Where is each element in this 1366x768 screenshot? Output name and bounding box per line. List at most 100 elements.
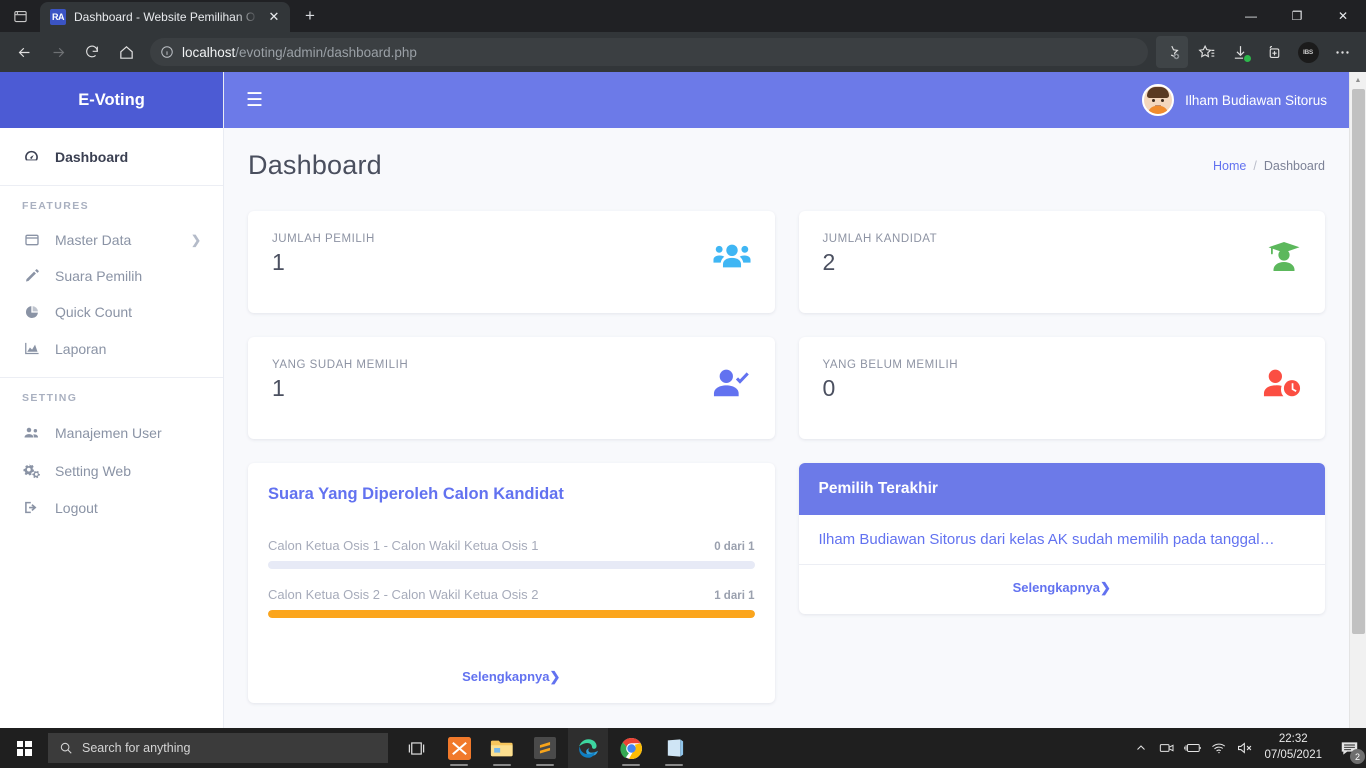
stat-card-yang-sudah-memilih: YANG SUDAH MEMILIH 1	[248, 337, 775, 439]
wifi-icon[interactable]	[1206, 728, 1232, 768]
last-voter-card-title: Pemilih Terakhir	[798, 463, 1325, 515]
more-label: Selengkapnya	[1012, 580, 1101, 595]
file-explorer-icon[interactable]	[482, 728, 522, 768]
back-icon[interactable]	[8, 36, 40, 68]
vote-count: 0 dari 1	[714, 541, 755, 553]
chevron-right-icon: ❯	[549, 669, 561, 684]
notifications-button[interactable]: 2	[1332, 728, 1366, 768]
sidebar-item-label: Master Data	[55, 232, 132, 248]
sidebar-item-label: Quick Count	[55, 304, 133, 320]
store-icon[interactable]	[654, 728, 694, 768]
url-path: /evoting/admin/dashboard.php	[235, 44, 417, 60]
site-favicon: RA	[50, 9, 66, 25]
hamburger-icon[interactable]: ☰	[246, 91, 263, 110]
stat-value: 1	[272, 249, 285, 275]
last-voter-more-link[interactable]: Selengkapnya❯	[799, 565, 1326, 614]
vote-row: Calon Ketua Osis 2 - Calon Wakil Ketua O…	[268, 587, 755, 618]
chevron-right-icon: ❯	[190, 233, 201, 247]
sublime-text-icon[interactable]	[525, 728, 565, 768]
meet-now-icon[interactable]	[1154, 728, 1180, 768]
notification-count-badge: 2	[1350, 749, 1365, 764]
xampp-icon[interactable]	[439, 728, 479, 768]
downloads-icon[interactable]	[1224, 36, 1256, 68]
forward-icon[interactable]	[42, 36, 74, 68]
tab-search-icon[interactable]	[0, 0, 40, 32]
page-content: Dashboard Home / Dashboard JUMLAH PEMILI…	[224, 128, 1349, 728]
breadcrumb-home[interactable]: Home	[1213, 159, 1246, 173]
stat-label: JUMLAH PEMILIH	[272, 233, 375, 245]
sidebar-section-features: FEATURES Master Data ❯ Suara Pemilih Qui…	[0, 186, 223, 367]
stat-card-yang-belum-memilih: YANG BELUM MEMILIH 0	[798, 337, 1325, 439]
browser-tab[interactable]: RA Dashboard - Website Pemilihan O ✕	[40, 2, 290, 32]
new-tab-button[interactable]: +	[296, 2, 324, 30]
close-icon[interactable]: ✕	[266, 9, 282, 25]
volume-mute-icon[interactable]	[1232, 728, 1258, 768]
sidebar-item-suara-pemilih[interactable]: Suara Pemilih	[0, 258, 223, 294]
reload-icon[interactable]	[76, 36, 108, 68]
stat-label: JUMLAH KANDIDAT	[822, 233, 938, 245]
profile-avatar[interactable]: IBS	[1292, 36, 1324, 68]
page-title: Dashboard	[248, 150, 382, 180]
favorites-icon[interactable]	[1190, 36, 1222, 68]
battery-charging-icon[interactable]	[1180, 728, 1206, 768]
clock-date: 07/05/2021	[1264, 749, 1322, 761]
sidebar-item-label: Dashboard	[55, 148, 129, 165]
vote-count: 1 dari 1	[714, 590, 755, 602]
stat-value: 0	[822, 375, 836, 401]
last-voter-entry: Ilham Budiawan Sitorus dari kelas AK sud…	[798, 515, 1325, 565]
sidebar-item-laporan[interactable]: Laporan	[0, 330, 223, 367]
sidebar-brand[interactable]: E-Voting	[0, 72, 223, 128]
search-input[interactable]: Search for anything	[48, 733, 388, 763]
collections-icon[interactable]	[1258, 36, 1290, 68]
sidebar-item-quick-count[interactable]: Quick Count	[0, 294, 223, 330]
sidebar-item-dashboard[interactable]: Dashboard	[0, 138, 223, 175]
sidebar: E-Voting Dashboard FEATURES Master Data	[0, 72, 224, 728]
system-tray: 22:32 07/05/2021 2	[1128, 728, 1366, 768]
gauge-icon	[22, 148, 41, 165]
taskbar-apps	[396, 728, 694, 768]
window-close-button[interactable]: ✕	[1320, 0, 1366, 32]
page-viewport: E-Voting Dashboard FEATURES Master Data	[0, 72, 1366, 728]
site-info-icon	[161, 46, 173, 58]
page-scrollbar[interactable]: ▲	[1349, 72, 1366, 728]
search-icon	[60, 742, 72, 754]
chrome-icon[interactable]	[611, 728, 651, 768]
user-name: Ilham Budiawan Sitorus	[1185, 92, 1327, 108]
sidebar-item-logout[interactable]: Logout	[0, 489, 223, 526]
chevron-up-icon[interactable]	[1128, 728, 1154, 768]
stat-value: 1	[272, 375, 285, 401]
start-button[interactable]	[0, 728, 48, 768]
window-controls: — ❐ ✕	[1228, 0, 1366, 32]
breadcrumb: Home / Dashboard	[1213, 159, 1325, 173]
tab-title: Dashboard - Website Pemilihan O	[74, 10, 256, 24]
vote-card-title: Suara Yang Diperoleh Calon Kandidat	[268, 485, 564, 503]
sidebar-item-label: Suara Pemilih	[55, 268, 143, 284]
sidebar-section-heading: FEATURES	[22, 200, 90, 212]
stat-label: YANG BELUM MEMILIH	[822, 359, 959, 371]
clock-time: 22:32	[1278, 733, 1308, 746]
edge-icon[interactable]	[568, 728, 608, 768]
sidebar-item-label: Manajemen User	[55, 425, 162, 441]
address-bar[interactable]: localhost/evoting/admin/dashboard.php	[150, 38, 1148, 66]
sidebar-item-master-data[interactable]: Master Data ❯	[0, 222, 223, 258]
task-view-icon[interactable]	[396, 728, 436, 768]
minimize-button[interactable]: —	[1228, 0, 1274, 32]
sidebar-item-setting-web[interactable]: Setting Web	[0, 452, 223, 489]
sidebar-item-label: Setting Web	[55, 462, 132, 479]
progress-track	[268, 610, 755, 618]
scroll-up-icon[interactable]: ▲	[1350, 72, 1366, 89]
add-favorite-icon[interactable]	[1156, 36, 1188, 68]
vote-card-more-link[interactable]: Selengkapnya❯	[268, 654, 755, 703]
breadcrumb-separator: /	[1253, 158, 1257, 173]
sidebar-item-label: Logout	[55, 499, 98, 516]
dashboard-grid: JUMLAH PEMILIH 1 JUMLAH KANDIDAT 2 YANG …	[248, 211, 1325, 703]
sidebar-item-manajemen-user[interactable]: Manajemen User	[0, 414, 223, 452]
maximize-button[interactable]: ❐	[1274, 0, 1320, 32]
user-clock-icon	[1255, 359, 1301, 398]
window-icon	[22, 232, 41, 248]
settings-more-icon[interactable]	[1326, 36, 1358, 68]
clock[interactable]: 22:32 07/05/2021	[1258, 732, 1332, 763]
user-menu[interactable]: Ilham Budiawan Sitorus	[1142, 84, 1327, 116]
scrollbar-thumb[interactable]	[1352, 89, 1365, 634]
home-icon[interactable]	[110, 36, 142, 68]
